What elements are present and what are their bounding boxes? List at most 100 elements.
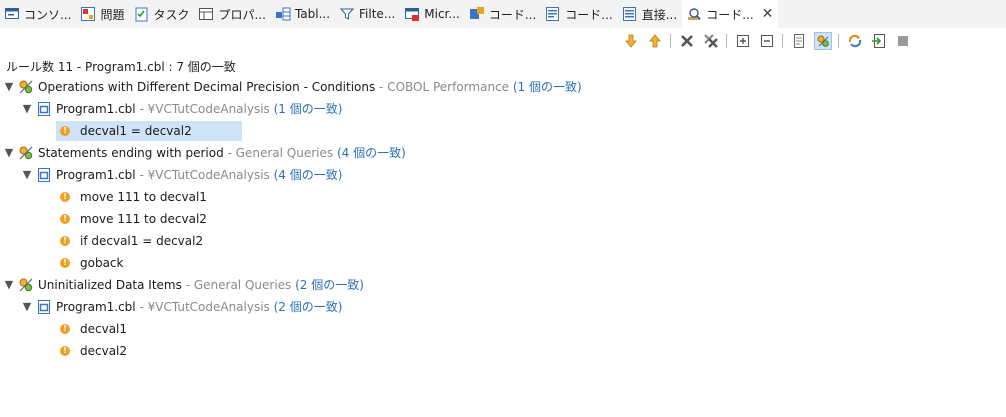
code-search-icon: [686, 6, 702, 22]
tab-direct[interactable]: 直接...: [618, 0, 682, 28]
rule-icon: [18, 277, 34, 293]
tab-filter[interactable]: Filte...: [335, 0, 400, 28]
tab-problems[interactable]: 問題: [76, 0, 129, 28]
problems-icon: [80, 6, 96, 22]
direct-icon: [622, 6, 638, 22]
rule-category: General Queries: [235, 146, 334, 160]
toolbar-separator: [782, 34, 783, 48]
file-separator: -: [135, 168, 148, 182]
collapse-all-icon[interactable]: [758, 32, 776, 50]
rule-separator: -: [375, 80, 388, 94]
rule-separator: -: [223, 146, 236, 160]
tab-label: コード...: [706, 7, 754, 22]
cobol-file-icon: [36, 101, 52, 117]
tab-label: 直接...: [641, 7, 678, 22]
file-separator: -: [135, 102, 148, 116]
arrow-down-icon[interactable]: [622, 32, 640, 50]
toolbar-separator: [726, 34, 727, 48]
toolbar-separator: [670, 34, 671, 48]
warning-icon: !: [60, 214, 70, 224]
rule-category: General Queries: [193, 278, 292, 292]
tab-table[interactable]: Tabl...: [271, 0, 335, 28]
view-tab-bar: コンソ... 問題 タスク プロパ... Tabl... Filte... Mi…: [0, 0, 1006, 28]
tree-file-row[interactable]: ▼ Program1.cbl - ¥VCTutCodeAnalysis (1 個…: [0, 98, 1006, 120]
project-name: ¥VCTutCodeAnalysis: [147, 300, 270, 314]
rule-match-count: (4 個の一致): [333, 146, 406, 160]
rule-name: Statements ending with period: [38, 146, 224, 160]
file-match-count: (2 個の一致): [269, 300, 343, 314]
match-text: move 111 to decval1: [80, 190, 207, 204]
show-details-icon[interactable]: [790, 32, 808, 50]
tab-code-2[interactable]: コード...: [541, 0, 617, 28]
warning-icon: !: [60, 236, 70, 246]
tree-file-row[interactable]: ▼ Program1.cbl - ¥VCTutCodeAnalysis (4 個…: [0, 164, 1006, 186]
chevron-down-icon[interactable]: ▼: [2, 142, 16, 164]
warning-icon: !: [60, 346, 70, 356]
chevron-down-icon[interactable]: ▼: [20, 296, 34, 318]
tab-label: コンソ...: [24, 7, 72, 22]
tree-match-row[interactable]: ! decval1 = decval2: [0, 120, 1006, 142]
tab-tasks[interactable]: タスク: [129, 0, 194, 28]
arrow-up-icon[interactable]: [646, 32, 664, 50]
tab-properties[interactable]: プロパ...: [194, 0, 270, 28]
rule-match-count: (2 個の一致): [291, 278, 364, 292]
chevron-down-icon[interactable]: ▼: [2, 76, 16, 98]
table-icon: [275, 6, 291, 22]
tree-rule-row[interactable]: ▼ Uninitialized Data Items - General Que…: [0, 274, 1006, 296]
close-icon[interactable]: ✕: [762, 6, 774, 22]
refresh-icon[interactable]: [846, 32, 864, 50]
file-name: Program1.cbl: [56, 300, 136, 314]
tab-label: タスク: [153, 7, 190, 22]
remove-all-icon[interactable]: [702, 32, 720, 50]
menu-icon[interactable]: [894, 32, 912, 50]
micro-focus-icon: [404, 6, 420, 22]
expand-all-icon[interactable]: [734, 32, 752, 50]
tab-micro-focus[interactable]: Micr...: [400, 0, 465, 28]
chevron-down-icon[interactable]: ▼: [20, 98, 34, 120]
tab-label: コード...: [565, 7, 613, 22]
rule-separator: -: [181, 278, 194, 292]
tree-rule-row[interactable]: ▼ Operations with Different Decimal Prec…: [0, 76, 1006, 98]
chevron-down-icon[interactable]: ▼: [20, 164, 34, 186]
warning-icon: !: [60, 258, 70, 268]
file-name: Program1.cbl: [56, 168, 136, 182]
rule-category: COBOL Performance: [387, 80, 510, 94]
tree-match-row[interactable]: ! goback: [0, 252, 1006, 274]
project-name: ¥VCTutCodeAnalysis: [147, 102, 270, 116]
chevron-down-icon[interactable]: ▼: [2, 274, 16, 296]
tree-file-row[interactable]: ▼ Program1.cbl - ¥VCTutCodeAnalysis (2 個…: [0, 296, 1006, 318]
tree-rule-row[interactable]: ▼ Statements ending with period - Genera…: [0, 142, 1006, 164]
project-name: ¥VCTutCodeAnalysis: [147, 168, 270, 182]
match-text: decval2: [80, 344, 128, 358]
match-text: goback: [80, 256, 124, 270]
show-rules-icon[interactable]: [814, 32, 832, 50]
warning-icon: !: [60, 324, 70, 334]
tab-console[interactable]: コンソ...: [0, 0, 76, 28]
filter-icon: [339, 6, 355, 22]
properties-icon: [198, 6, 214, 22]
tab-label: コード...: [488, 7, 537, 22]
tree-match-row[interactable]: ! if decval1 = decval2: [0, 230, 1006, 252]
warning-icon: !: [60, 126, 70, 136]
tree-match-row[interactable]: ! decval1: [0, 318, 1006, 340]
rule-icon: [18, 145, 34, 161]
tree-match-row[interactable]: ! move 111 to decval1: [0, 186, 1006, 208]
file-match-count: (4 個の一致): [269, 168, 343, 182]
rule-icon: [18, 79, 34, 95]
tab-label: Filte...: [359, 7, 396, 21]
file-name: Program1.cbl: [56, 102, 136, 116]
code-list-icon: [545, 6, 561, 22]
remove-icon[interactable]: [678, 32, 696, 50]
tab-code-1[interactable]: コード...: [465, 0, 541, 28]
tab-label: プロパ...: [218, 7, 266, 22]
file-separator: -: [135, 300, 148, 314]
console-icon: [4, 6, 20, 22]
tree-match-row[interactable]: ! decval2: [0, 340, 1006, 362]
cobol-file-icon: [36, 167, 52, 183]
tree-match-row[interactable]: ! move 111 to decval2: [0, 208, 1006, 230]
tab-code-search[interactable]: コード... ✕: [682, 0, 779, 28]
match-text: move 111 to decval2: [80, 212, 207, 226]
export-icon[interactable]: [870, 32, 888, 50]
tab-label: 問題: [100, 7, 125, 22]
file-match-count: (1 個の一致): [269, 102, 343, 116]
